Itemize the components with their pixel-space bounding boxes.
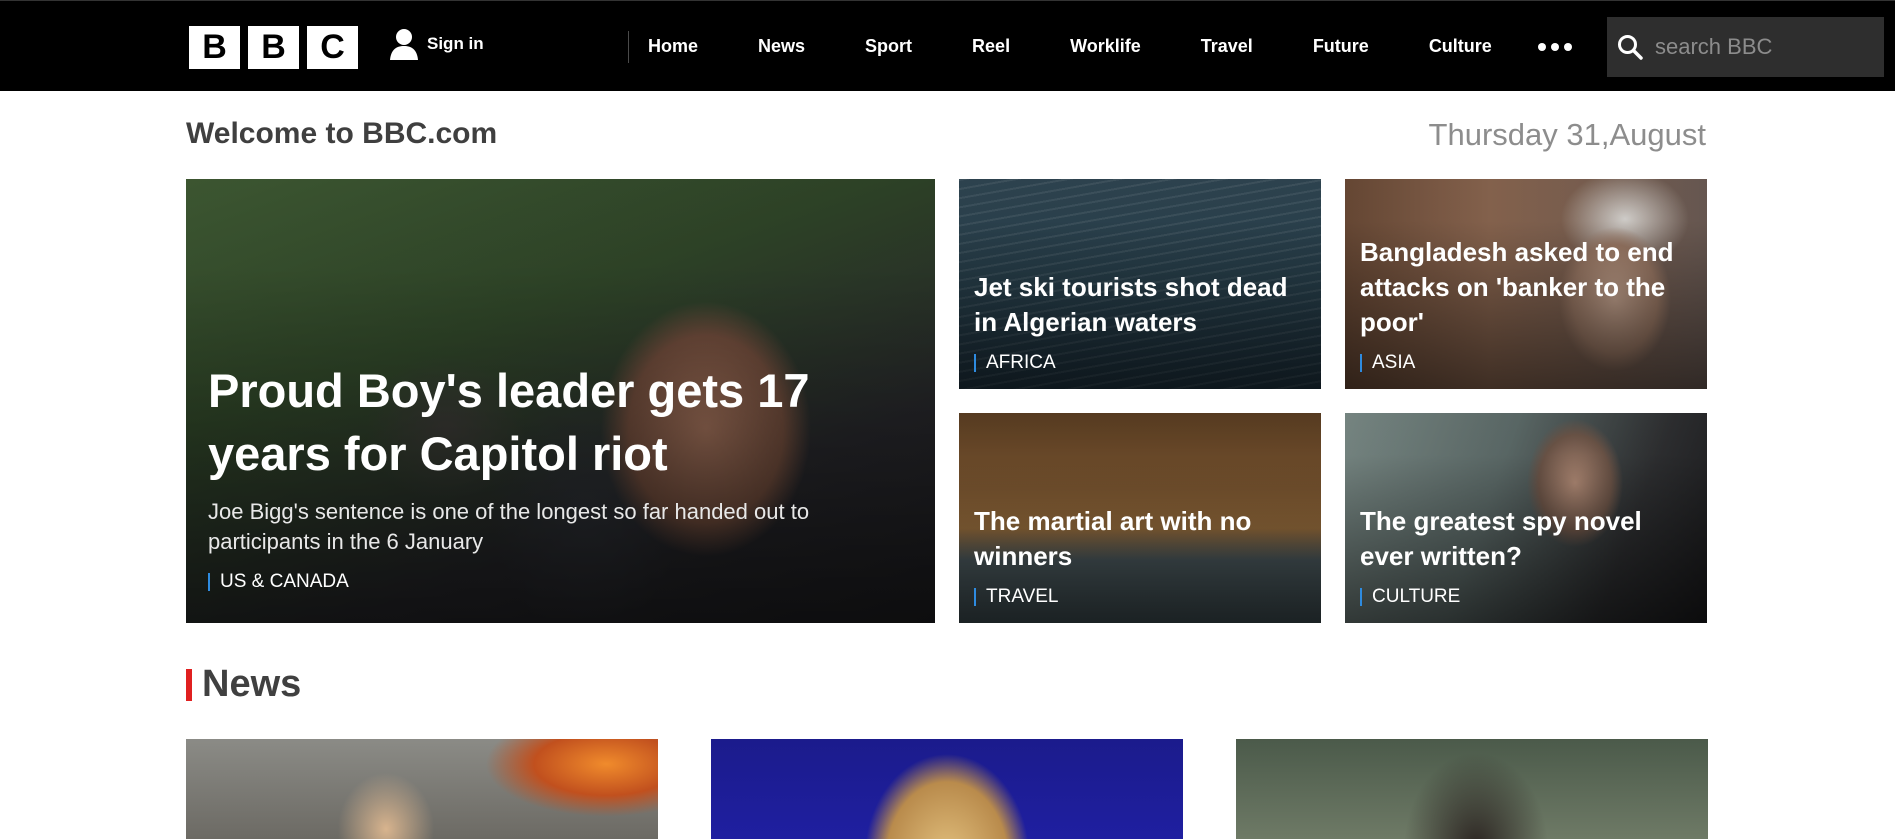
tile-tag-label: CULTURE	[1372, 586, 1461, 607]
tag-bar	[974, 354, 976, 372]
nav-item-reel[interactable]: Reel	[942, 1, 1040, 91]
news-card-image[interactable]	[711, 739, 1183, 839]
tile-headline[interactable]: The greatest spy novel ever written?	[1360, 504, 1692, 574]
primary-nav: Home News Sport Reel Worklife Travel Fut…	[628, 1, 1522, 91]
tag-bar	[1360, 354, 1362, 372]
nav-item-travel[interactable]: Travel	[1171, 1, 1283, 91]
dot	[1538, 43, 1546, 51]
dot	[1551, 43, 1559, 51]
user-icon	[390, 29, 418, 60]
more-dots-icon[interactable]	[1538, 43, 1572, 51]
tag-bar	[974, 588, 976, 606]
news-section-heading: News	[186, 663, 301, 706]
story-tile[interactable]: The martial art with no winners TRAVEL	[959, 413, 1321, 623]
tile-headline[interactable]: The martial art with no winners	[974, 504, 1306, 574]
tile-content: Bangladesh asked to end attacks on 'bank…	[1360, 235, 1692, 374]
tile-tag[interactable]: CULTURE	[1360, 586, 1692, 608]
tile-tag[interactable]: TRAVEL	[974, 586, 1306, 608]
welcome-heading: Welcome to BBC.com	[186, 117, 498, 150]
hero-tag[interactable]: US & CANADA	[208, 571, 920, 593]
dot	[1564, 43, 1572, 51]
hero-summary: Joe Bigg's sentence is one of the longes…	[208, 499, 810, 554]
tag-bar	[208, 573, 210, 591]
hero-headline[interactable]: Proud Boy's leader gets 17 years for Cap…	[208, 359, 920, 485]
tile-content: The greatest spy novel ever written? CUL…	[1360, 504, 1692, 608]
tile-tag[interactable]: AFRICA	[974, 352, 1306, 374]
story-tile[interactable]: The greatest spy novel ever written? CUL…	[1345, 413, 1707, 623]
hero-story-card[interactable]: Proud Boy's leader gets 17 years for Cap…	[186, 179, 935, 623]
news-card-image[interactable]	[186, 739, 658, 839]
tile-tag-label: TRAVEL	[986, 586, 1059, 607]
nav-item-worklife[interactable]: Worklife	[1040, 1, 1171, 91]
nav-item-culture[interactable]: Culture	[1399, 1, 1522, 91]
nav-item-future[interactable]: Future	[1283, 1, 1399, 91]
top-navigation-bar: B B C Sign in Home News Sport Reel Workl…	[0, 0, 1895, 91]
search-icon[interactable]	[1617, 34, 1643, 60]
nav-item-sport[interactable]: Sport	[835, 1, 942, 91]
hero-tag-label: US & CANADA	[220, 571, 349, 592]
search-input[interactable]	[1653, 33, 1872, 61]
nav-item-home[interactable]: Home	[628, 1, 728, 91]
story-tile[interactable]: Jet ski tourists shot dead in Algerian w…	[959, 179, 1321, 389]
tile-tag-label: ASIA	[1372, 352, 1416, 373]
current-date: Thursday 31,August	[1428, 117, 1706, 152]
logo-letter: B	[248, 26, 299, 69]
logo-letter: C	[307, 26, 358, 69]
tile-tag[interactable]: ASIA	[1360, 352, 1692, 374]
tile-headline[interactable]: Jet ski tourists shot dead in Algerian w…	[974, 270, 1306, 340]
tile-headline[interactable]: Bangladesh asked to end attacks on 'bank…	[1360, 235, 1692, 340]
tile-content: The martial art with no winners TRAVEL	[974, 504, 1306, 608]
nav-item-news[interactable]: News	[728, 1, 835, 91]
tag-bar	[1360, 588, 1362, 606]
hero-story-content: Proud Boy's leader gets 17 years for Cap…	[208, 359, 920, 593]
tile-content: Jet ski tourists shot dead in Algerian w…	[974, 270, 1306, 374]
story-tile[interactable]: Bangladesh asked to end attacks on 'bank…	[1345, 179, 1707, 389]
bbc-logo[interactable]: B B C	[189, 26, 358, 69]
sign-in-button[interactable]: Sign in	[389, 27, 484, 61]
news-card-image[interactable]	[1236, 739, 1708, 839]
sign-in-label: Sign in	[427, 34, 484, 53]
tile-tag-label: AFRICA	[986, 352, 1056, 373]
logo-letter: B	[189, 26, 240, 69]
search-box[interactable]	[1607, 17, 1884, 77]
news-section-title[interactable]: News	[202, 663, 301, 706]
section-accent-bar	[186, 668, 192, 701]
